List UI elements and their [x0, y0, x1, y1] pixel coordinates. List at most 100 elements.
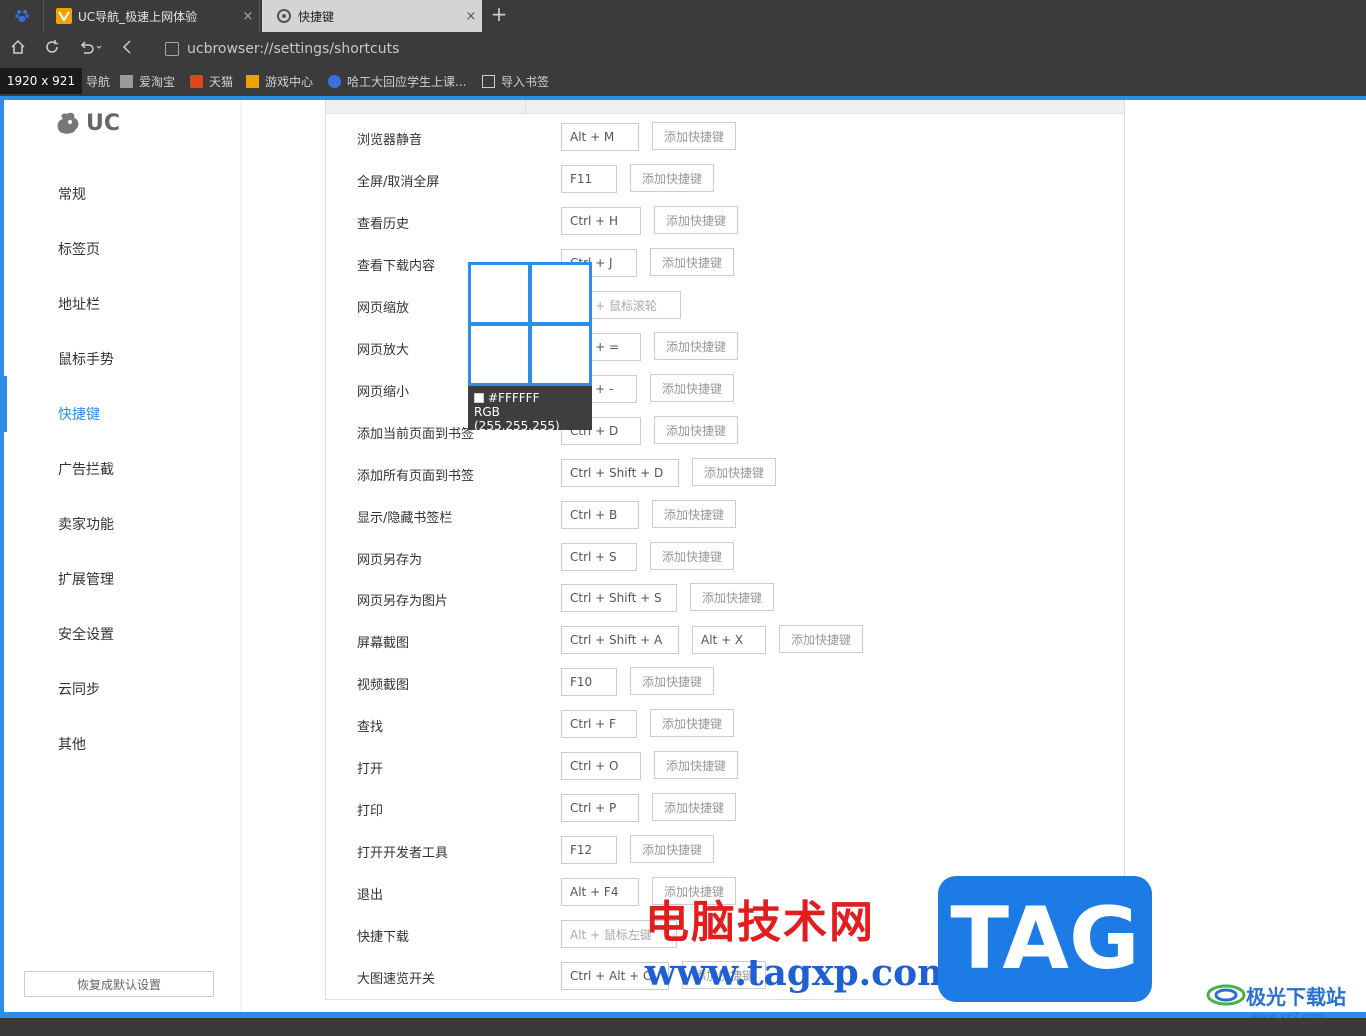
add-shortcut-button[interactable]: 添加快捷键 — [652, 793, 736, 821]
import-icon — [482, 75, 495, 88]
sidebar-item[interactable]: 快捷键 — [58, 404, 100, 424]
shortcut-key-field[interactable]: Ctrl + B — [561, 501, 639, 529]
bookmark-item[interactable]: 天猫 — [190, 73, 233, 90]
bookmark-label: 天猫 — [209, 75, 234, 89]
shortcut-key-field[interactable]: Ctrl + Shift + D — [561, 459, 679, 487]
undo-close-icon[interactable] — [78, 39, 106, 59]
game-center-icon — [246, 75, 259, 88]
shortcut-key-field[interactable]: Ctrl + Shift + A — [561, 626, 679, 654]
new-tab-button[interactable]: + — [488, 4, 510, 26]
reset-defaults-button[interactable]: 恢复成默认设置 — [24, 971, 214, 997]
shortcut-key-field[interactable]: Alt + F4 — [561, 878, 639, 906]
shortcut-key-field[interactable]: Ctrl + S — [561, 543, 637, 571]
add-shortcut-button[interactable]: 添加快捷键 — [630, 164, 714, 192]
tab-bar: UC导航_极速上网体验 × 快捷键 × + — [0, 0, 1366, 32]
bottom-bar — [0, 1018, 1366, 1036]
sidebar-item[interactable]: 扩展管理 — [58, 569, 114, 589]
watermark-url: www.tagxp.com — [645, 952, 956, 994]
sidebar-item[interactable]: 安全设置 — [58, 624, 114, 644]
add-shortcut-button[interactable]: 添加快捷键 — [779, 625, 863, 653]
color-hex: #FFFFFF — [488, 391, 540, 405]
address-field[interactable]: ucbrowser://settings/shortcuts — [165, 38, 1355, 60]
add-shortcut-button[interactable]: 添加快捷键 — [654, 206, 738, 234]
shortcut-label: 退出 — [357, 888, 384, 903]
add-shortcut-button[interactable]: 添加快捷键 — [650, 248, 734, 276]
sidebar-item[interactable]: 地址栏 — [58, 294, 100, 314]
shortcut-key-field[interactable]: Ctrl + O — [561, 752, 641, 780]
color-picker-loupe — [468, 262, 592, 386]
shortcut-label: 网页缩放 — [357, 301, 410, 316]
back-icon[interactable] — [118, 39, 138, 59]
shortcut-label: 大图速览开关 — [357, 972, 436, 987]
shortcut-key-field[interactable]: F10 — [561, 668, 617, 696]
add-shortcut-button[interactable]: 添加快捷键 — [692, 458, 776, 486]
shortcut-label: 添加当前页面到书签 — [357, 427, 475, 442]
sidebar-item[interactable]: 其他 — [58, 734, 86, 754]
sidebar-item[interactable]: 常规 — [58, 184, 86, 204]
xz-logo: 极光下载站 www.xz7.com — [1206, 980, 1346, 1023]
sidebar-item[interactable]: 广告拦截 — [58, 459, 114, 479]
sidebar-item[interactable]: 标签页 — [58, 239, 100, 259]
tmall-icon — [190, 75, 203, 88]
bookmark-label: 导航 — [86, 75, 111, 89]
add-shortcut-button[interactable]: 添加快捷键 — [652, 500, 736, 528]
uc-squirrel-icon — [57, 112, 79, 134]
reload-icon[interactable] — [42, 39, 62, 59]
tab-shortcuts[interactable]: 快捷键 × — [262, 0, 482, 32]
shortcut-key-field[interactable]: Ctrl + Shift + S — [561, 584, 677, 612]
navigation-bar: ucbrowser://settings/shortcuts — [0, 32, 1366, 66]
tab-title: 快捷键 — [298, 9, 335, 24]
bookmark-item[interactable]: 导航 — [86, 73, 110, 90]
shortcut-key-field[interactable]: F11 — [561, 165, 617, 193]
bookmark-label: 哈工大回应学生上课... — [347, 75, 467, 89]
import-bookmarks-item[interactable]: 导入书签 — [482, 73, 549, 90]
color-rgb: RGB (255,255,255) — [474, 405, 560, 433]
shortcut-key-field[interactable]: Ctrl + F — [561, 710, 637, 738]
add-shortcut-button[interactable]: 添加快捷键 — [650, 374, 734, 402]
add-shortcut-button[interactable]: 添加快捷键 — [652, 122, 736, 150]
shortcut-key-field[interactable]: Alt + M — [561, 123, 639, 151]
bookmark-item[interactable]: 爱淘宝 — [120, 73, 175, 90]
shortcut-label: 打开 — [357, 762, 384, 777]
shortcut-key-field[interactable]: Ctrl + H — [561, 207, 641, 235]
aurora-logo-icon — [1206, 984, 1246, 1006]
bookmark-item[interactable]: 哈工大回应学生上课... — [328, 73, 466, 90]
add-shortcut-button[interactable]: 添加快捷键 — [650, 542, 734, 570]
folder-icon — [120, 75, 133, 88]
shortcut-label: 网页放大 — [357, 343, 410, 358]
add-shortcut-button[interactable]: 添加快捷键 — [654, 416, 738, 444]
add-shortcut-button[interactable]: 添加快捷键 — [690, 583, 774, 611]
shortcut-label: 打开开发者工具 — [357, 846, 449, 861]
tab-uc-nav[interactable]: UC导航_极速上网体验 × — [46, 0, 260, 32]
bookmark-label: 爱淘宝 — [139, 75, 176, 89]
color-picker-readout: #FFFFFF RGB (255,255,255) — [468, 386, 592, 433]
add-shortcut-button[interactable]: 添加快捷键 — [650, 709, 734, 737]
add-shortcut-button[interactable]: 添加快捷键 — [630, 835, 714, 863]
shortcut-label: 显示/隐藏书签栏 — [357, 511, 453, 526]
sidebar-item[interactable]: 卖家功能 — [58, 514, 114, 534]
shortcut-label: 网页另存为图片 — [357, 594, 449, 609]
add-shortcut-button[interactable]: 添加快捷键 — [654, 751, 738, 779]
close-tab-icon[interactable]: × — [237, 9, 259, 24]
settings-page: UC 常规 标签页 地址栏 鼠标手势 快捷键 广告拦截 卖家功能 扩展管理 安全设置 云同步 其他 … — [4, 100, 1366, 1012]
resolution-badge: 1920 x 921 — [0, 68, 82, 94]
corner-site-name: 极光下载站 — [1246, 984, 1346, 1009]
close-tab-icon[interactable]: × — [460, 9, 482, 24]
home-icon[interactable] — [8, 39, 28, 59]
bookmark-item[interactable]: 游戏中心 — [246, 73, 313, 90]
sidebar-item[interactable]: 鼠标手势 — [58, 349, 114, 369]
shortcut-label: 快捷下载 — [357, 930, 410, 945]
add-shortcut-button[interactable]: 添加快捷键 — [630, 667, 714, 695]
sidebar-item[interactable]: 云同步 — [58, 679, 100, 699]
pinned-tab[interactable] — [0, 0, 44, 32]
shortcut-key-field[interactable]: F12 — [561, 836, 617, 864]
watermark-site-name: 电脑技术网 — [645, 897, 875, 948]
shortcut-key-field[interactable]: Alt + X — [692, 626, 766, 654]
page-icon — [165, 42, 179, 56]
shortcut-label: 视频截图 — [357, 678, 410, 693]
settings-sidebar: UC 常规 标签页 地址栏 鼠标手势 快捷键 广告拦截 卖家功能 扩展管理 安全设置 云同步 其他 … — [4, 100, 240, 1012]
shortcut-key-field[interactable]: Ctrl + P — [561, 794, 639, 822]
shortcut-label: 屏幕截图 — [357, 636, 410, 651]
add-shortcut-button[interactable]: 添加快捷键 — [654, 332, 738, 360]
tab-title: UC导航_极速上网体验 — [78, 9, 198, 24]
